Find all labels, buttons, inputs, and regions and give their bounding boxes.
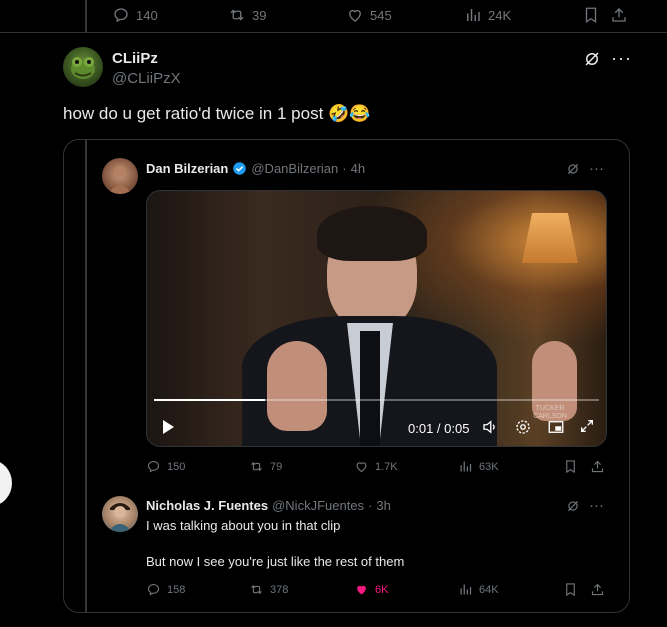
frog-avatar-icon xyxy=(71,57,95,79)
reply-timestamp[interactable]: 3h xyxy=(376,498,390,513)
avatar-dan[interactable] xyxy=(102,158,138,194)
views-icon xyxy=(460,584,472,595)
reply-author-name[interactable]: Nicholas J. Fuentes xyxy=(146,498,268,513)
person-avatar-icon xyxy=(108,503,132,532)
repost-button-quoted[interactable]: 79 xyxy=(249,459,282,474)
heart-icon xyxy=(349,9,361,22)
reply-button-quoted[interactable]: 150 xyxy=(146,459,185,474)
like-count-reply: 6K xyxy=(375,583,389,596)
bookmark-button[interactable] xyxy=(582,6,600,24)
reply-button[interactable]: 140 xyxy=(112,6,158,24)
reply-icon xyxy=(147,583,160,596)
quoted-timestamp[interactable]: 4h xyxy=(351,161,365,176)
repost-icon xyxy=(251,461,262,472)
views-icon xyxy=(460,461,472,472)
picture-in-picture-icon[interactable] xyxy=(547,418,565,436)
bookmark-icon xyxy=(566,460,575,474)
post-emojis: 🤣😂 xyxy=(328,104,371,123)
like-button-reply[interactable]: 6K xyxy=(354,582,388,597)
more-options-icon-quoted[interactable]: ··· xyxy=(589,160,604,177)
views-icon xyxy=(467,9,480,21)
views-count-quoted: 63K xyxy=(479,460,499,473)
heart-filled-icon xyxy=(357,585,366,595)
person-avatar-icon xyxy=(108,165,132,194)
video-progress-track[interactable] xyxy=(154,399,599,401)
heart-icon xyxy=(356,462,367,473)
avatar-cliipz[interactable] xyxy=(63,47,103,87)
reply-author-handle[interactable]: @NickJFuentes xyxy=(272,498,364,513)
grok-icon[interactable] xyxy=(583,50,601,68)
quoted-author-name[interactable]: Dan Bilzerian xyxy=(146,161,228,176)
more-options-icon-reply[interactable]: ··· xyxy=(589,497,604,514)
bookmark-button-reply[interactable] xyxy=(563,582,578,597)
repost-button[interactable]: 39 xyxy=(228,6,266,24)
quoted-header: Dan Bilzerian @DanBilzerian · 4h xyxy=(146,161,365,176)
reply-action-bar: 158 378 6K 64K xyxy=(0,578,667,602)
share-button-quoted[interactable] xyxy=(590,459,605,474)
quote-thread-line xyxy=(85,140,87,612)
repost-count-reply: 378 xyxy=(270,583,289,596)
bookmark-icon xyxy=(585,7,597,24)
grok-icon-reply[interactable] xyxy=(566,499,580,513)
more-options-icon[interactable]: ··· xyxy=(611,48,632,69)
views-count: 24K xyxy=(488,7,512,23)
video-player[interactable]: 0:01 / 0:05 TUCKER CARLSON xyxy=(146,190,607,447)
repost-icon xyxy=(230,9,244,21)
repost-icon xyxy=(251,584,262,595)
reply-button-reply[interactable]: 158 xyxy=(146,582,185,597)
video-person-tie xyxy=(360,331,380,446)
reply-header: Nicholas J. Fuentes @NickJFuentes · 3h xyxy=(146,498,391,513)
like-button[interactable]: 545 xyxy=(346,6,392,24)
video-time: 0:01 / 0:05 xyxy=(408,421,470,436)
views-button[interactable]: 24K xyxy=(464,6,511,24)
share-icon xyxy=(591,460,604,473)
quoted-action-bar: 150 79 1.7K 63K xyxy=(0,455,667,479)
bookmark-icon xyxy=(566,583,575,597)
reply-icon xyxy=(147,460,160,473)
reply-count-reply: 158 xyxy=(167,583,186,596)
views-count-reply: 64K xyxy=(479,583,499,596)
post-text-body: how do u get ratio'd twice in 1 post xyxy=(63,104,324,123)
like-count: 545 xyxy=(370,7,392,23)
author-name[interactable]: CLiiPz xyxy=(112,50,158,67)
reply-icon xyxy=(114,8,128,23)
post-text: how do u get ratio'd twice in 1 post 🤣😂 xyxy=(63,104,370,124)
divider xyxy=(0,32,667,33)
video-progress-fill xyxy=(154,399,266,401)
grok-icon-quoted[interactable] xyxy=(566,162,580,176)
quoted-author-handle[interactable]: @DanBilzerian xyxy=(251,161,338,176)
quoted-dot: · xyxy=(342,161,347,176)
repost-count: 39 xyxy=(252,7,267,23)
like-button-quoted[interactable]: 1.7K xyxy=(354,459,398,474)
reply-text-line2: But now I see you're just like the rest … xyxy=(146,554,405,569)
repost-button-reply[interactable]: 378 xyxy=(249,582,288,597)
repost-count-quoted: 79 xyxy=(270,460,283,473)
volume-icon[interactable] xyxy=(481,418,499,436)
reply-count-quoted: 150 xyxy=(167,460,186,473)
share-button-reply[interactable] xyxy=(590,582,605,597)
views-button-quoted[interactable]: 63K xyxy=(458,459,499,474)
top-action-bar: 140 39 545 24K xyxy=(0,0,667,30)
reply-dot: · xyxy=(368,498,373,513)
verified-badge-icon xyxy=(233,162,247,175)
like-count-quoted: 1.7K xyxy=(375,460,398,473)
play-icon[interactable] xyxy=(161,419,175,435)
bookmark-button-quoted[interactable] xyxy=(563,459,578,474)
views-button-reply[interactable]: 64K xyxy=(458,582,499,597)
fullscreen-icon[interactable] xyxy=(579,418,595,434)
video-left-hand xyxy=(267,341,327,431)
reply-count: 140 xyxy=(136,7,158,23)
author-handle[interactable]: @CLiiPzX xyxy=(112,70,181,87)
reply-text-line1: I was talking about you in that clip xyxy=(146,518,341,533)
share-button[interactable] xyxy=(610,6,628,24)
share-icon xyxy=(591,583,604,596)
share-icon xyxy=(612,8,626,22)
avatar-nick[interactable] xyxy=(102,496,138,532)
video-person-hair xyxy=(317,206,427,261)
